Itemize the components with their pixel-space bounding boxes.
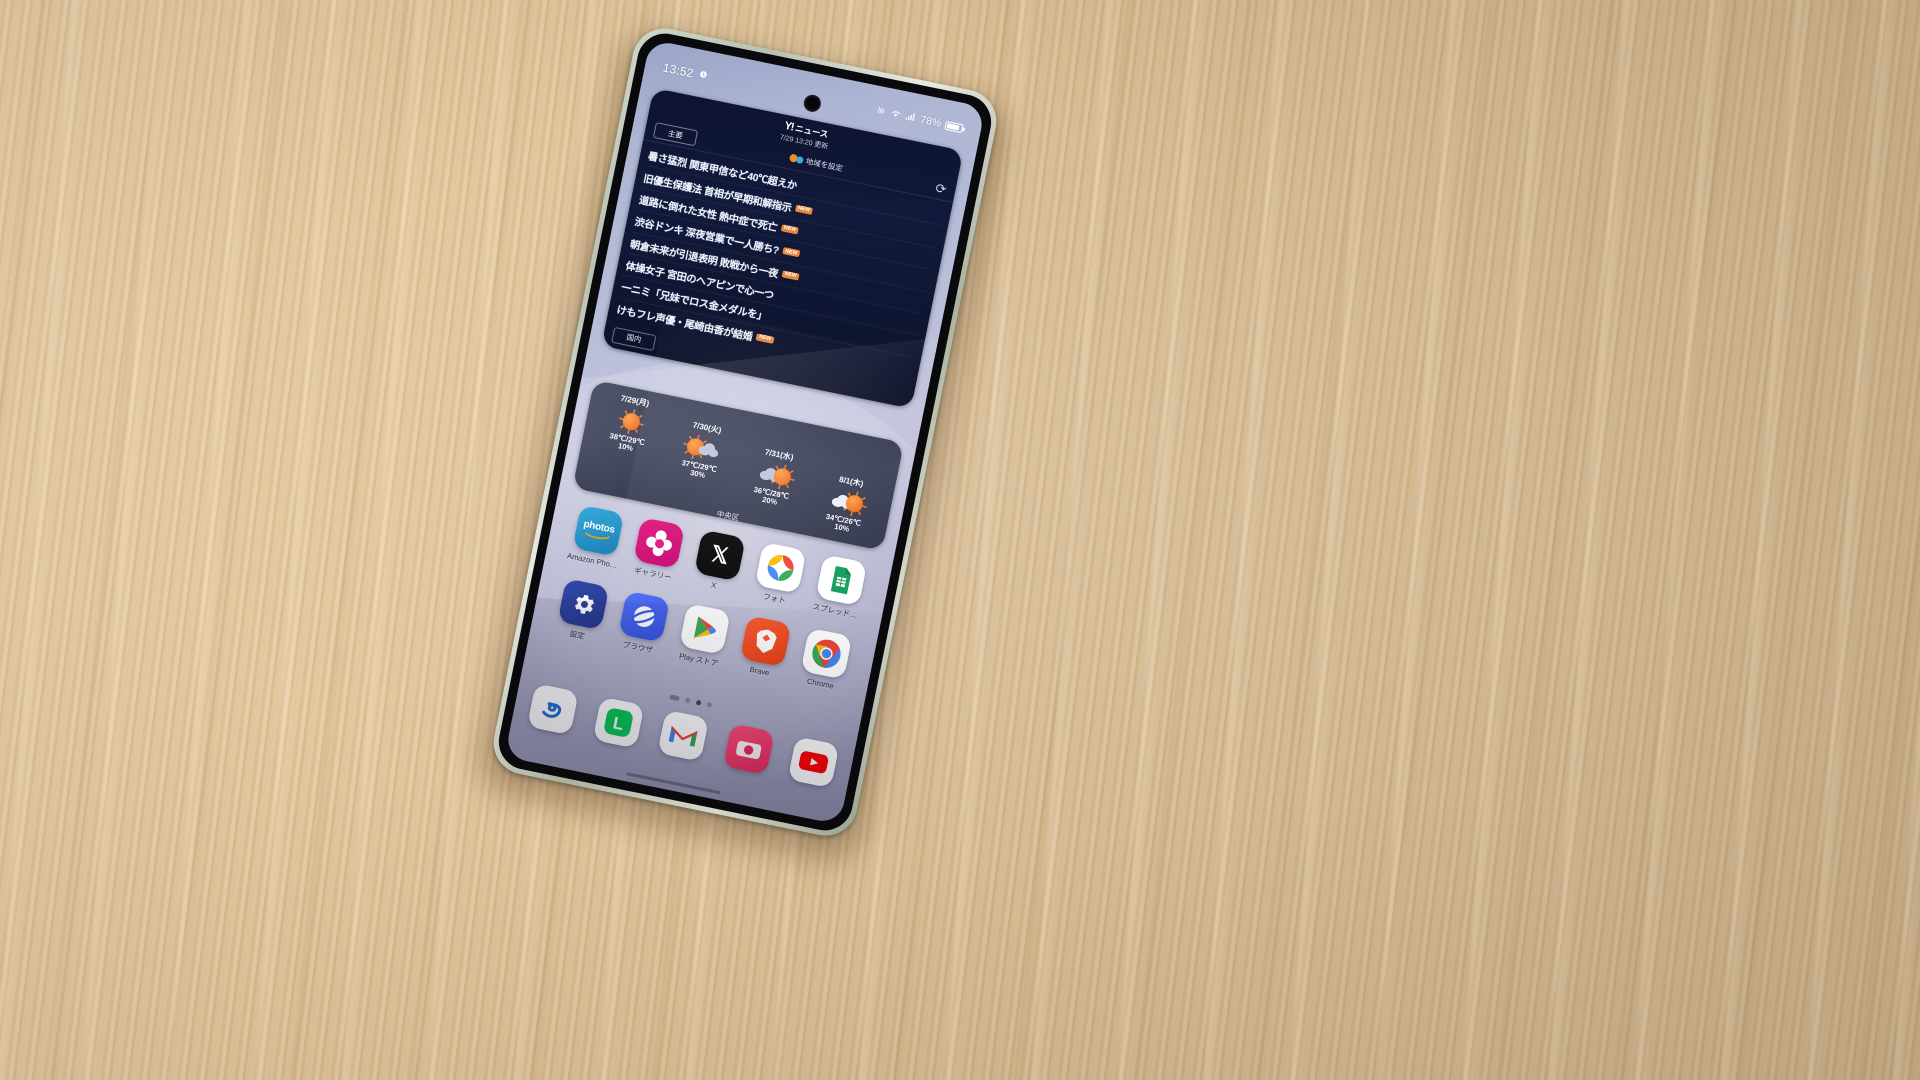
status-clock: 13:52 xyxy=(661,60,695,81)
status-bar-right: 78% xyxy=(876,105,964,135)
sunny-icon xyxy=(620,407,642,436)
app-google-sheets[interactable]: スプレッド… xyxy=(804,552,877,622)
new-badge: NEW xyxy=(755,333,775,344)
page-dot[interactable] xyxy=(668,694,680,702)
region-marker-icon-2 xyxy=(795,155,804,164)
yahoo-logo-icon: Y! xyxy=(783,119,795,133)
status-bar-left: 13:52 xyxy=(662,60,710,83)
weather-pop: 20% xyxy=(761,495,778,507)
battery-icon xyxy=(944,120,964,133)
gallery-icon xyxy=(633,517,686,570)
new-badge: NEW xyxy=(782,247,801,258)
app-amazon-photos[interactable]: photos Amazon Pho… xyxy=(561,503,634,573)
play-store-icon xyxy=(678,603,731,655)
app-google-photos[interactable]: フォト xyxy=(743,540,816,610)
wifi-icon xyxy=(890,108,903,122)
app-brave[interactable]: Brave xyxy=(728,614,801,684)
app-samsung-internet[interactable]: ブラウザ xyxy=(606,589,679,659)
app-label: Amazon Pho… xyxy=(566,551,619,571)
google-photos-icon xyxy=(754,541,807,594)
google-sheets-icon xyxy=(815,554,868,607)
app-label: スプレッド… xyxy=(811,602,859,621)
app-x[interactable]: 𝕏 X xyxy=(682,528,755,598)
new-badge: NEW xyxy=(794,204,814,215)
settings-gear-icon xyxy=(557,578,610,631)
new-badge: NEW xyxy=(780,224,799,235)
app-label: Chrome xyxy=(806,676,835,691)
app-label: Brave xyxy=(748,664,771,678)
x-icon: 𝕏 xyxy=(693,529,746,582)
camera-icon[interactable] xyxy=(722,723,775,775)
app-label: ギャラリー xyxy=(633,565,673,583)
weather-pop: 10% xyxy=(617,441,634,454)
home-gesture-pill[interactable] xyxy=(626,771,721,795)
weather-pop: 30% xyxy=(689,468,706,481)
nfc-icon xyxy=(876,105,888,120)
battery-percent-label: 78% xyxy=(918,113,943,130)
brave-lion-icon xyxy=(739,615,792,668)
app-label: ブラウザ xyxy=(622,640,654,655)
gmail-icon[interactable] xyxy=(657,709,710,762)
app-label: フォト xyxy=(762,592,787,606)
app-label: Play ストア xyxy=(678,651,719,669)
app-gallery[interactable]: ギャラリー xyxy=(621,515,694,585)
line-icon[interactable]: L xyxy=(592,696,644,749)
app-label: X xyxy=(710,580,718,591)
samsung-internet-icon xyxy=(618,590,671,643)
signal-icon xyxy=(904,111,917,125)
weather-day[interactable]: 7/31(水) 36℃/28℃ 20% xyxy=(732,442,818,513)
alarm-icon xyxy=(697,68,710,84)
chrome-icon xyxy=(800,627,853,680)
weather-day[interactable]: 7/29(月) 38℃/29℃ 10% xyxy=(587,388,673,459)
refresh-icon[interactable]: ⟳ xyxy=(934,180,948,197)
sbi-icon[interactable] xyxy=(526,683,579,736)
new-badge: NEW xyxy=(781,269,800,281)
page-dot[interactable] xyxy=(705,701,712,708)
news-tab-domestic[interactable]: 国内 xyxy=(611,326,657,351)
app-play-store[interactable]: Play ストア xyxy=(667,601,740,671)
weather-day[interactable]: 7/30(火) 37℃/29℃ 30% xyxy=(659,415,745,486)
app-settings[interactable]: 設定 xyxy=(546,577,619,647)
app-label: 設定 xyxy=(568,629,586,642)
app-chrome[interactable]: Chrome xyxy=(789,626,862,696)
page-dot-active[interactable] xyxy=(695,699,702,706)
news-widget[interactable]: Y! ニュース 7/29 13:20 更新 主要 地域を設定 ⟳ 暑さ猛烈 関東… xyxy=(601,87,964,409)
page-dot[interactable] xyxy=(684,697,691,704)
amazon-photos-icon: photos xyxy=(572,504,625,557)
weather-temps: 38℃/29℃ 10% xyxy=(608,431,646,454)
youtube-icon[interactable] xyxy=(787,736,840,789)
set-region-label: 地域を設定 xyxy=(805,156,844,173)
